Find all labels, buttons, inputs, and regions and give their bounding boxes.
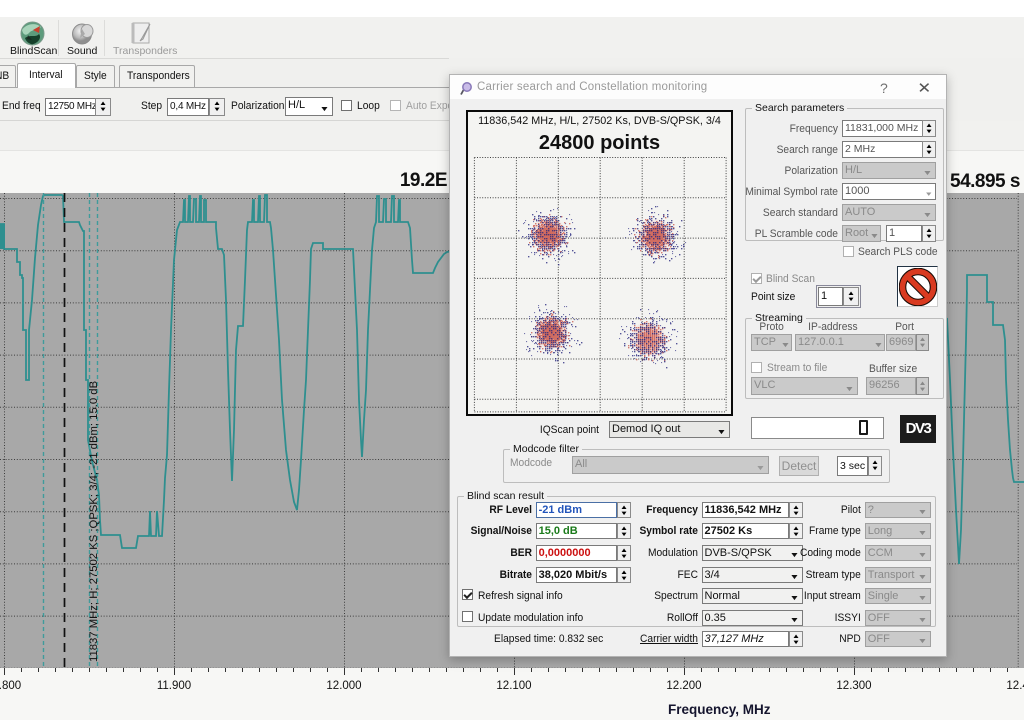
svg-text:11837 MHz; H; 27502 KS ;QPSK;: 11837 MHz; H; 27502 KS ;QPSK; 3/4; -21 d…	[88, 381, 100, 662]
